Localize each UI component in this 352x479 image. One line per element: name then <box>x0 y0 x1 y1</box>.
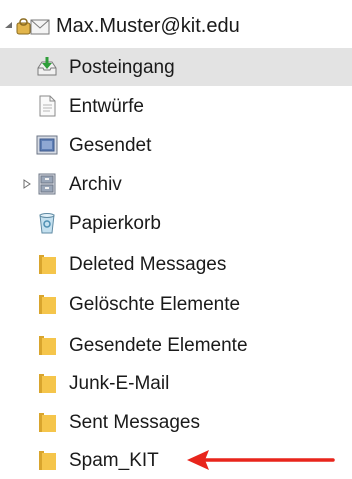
folder-label: Deleted Messages <box>69 253 227 275</box>
trash-icon <box>36 212 58 234</box>
account-label: Max.Muster@kit.edu <box>56 15 240 37</box>
triangle-open-icon[interactable] <box>4 20 14 32</box>
red-arrow-icon <box>187 450 335 470</box>
folder-label: Gesendete Elemente <box>69 334 248 356</box>
folder-item-papierkorb[interactable]: Papierkorb <box>0 204 352 242</box>
folder-item-archiv[interactable]: Archiv <box>0 165 352 203</box>
folder-item-gesendete-elemente[interactable]: Gesendete Elemente <box>0 326 352 364</box>
folder-item-entwuerfe[interactable]: Entwürfe <box>0 87 352 125</box>
sent-icon <box>36 134 58 156</box>
folder-icon <box>36 253 58 275</box>
triangle-closed-icon[interactable] <box>22 178 32 190</box>
folder-icon <box>36 293 58 315</box>
folder-item-geloeschte-elemente[interactable]: Gelöschte Elemente <box>0 285 352 323</box>
account-row[interactable]: Max.Muster@kit.edu <box>0 7 352 45</box>
folder-item-gesendet[interactable]: Gesendet <box>0 126 352 164</box>
folder-label: Papierkorb <box>69 212 161 234</box>
folder-item-posteingang[interactable]: Posteingang <box>0 48 352 86</box>
folder-icon <box>36 449 58 471</box>
folder-label: Archiv <box>69 173 122 195</box>
drafts-icon <box>36 95 58 117</box>
folder-label: Sent Messages <box>69 411 200 433</box>
folder-label: Gelöschte Elemente <box>69 293 241 315</box>
folder-icon <box>36 334 58 356</box>
folder-label: Gesendet <box>69 134 152 156</box>
folder-icon <box>36 372 58 394</box>
folder-label: Posteingang <box>69 56 175 78</box>
inbox-icon <box>36 56 58 78</box>
folder-item-sent-messages[interactable]: Sent Messages <box>0 403 352 441</box>
folder-item-deleted-messages[interactable]: Deleted Messages <box>0 245 352 283</box>
folder-icon <box>36 411 58 433</box>
folder-label: Junk-E-Mail <box>69 372 170 394</box>
folder-item-junk-e-mail[interactable]: Junk-E-Mail <box>0 364 352 402</box>
mail-account-icon <box>16 15 50 37</box>
archive-icon <box>36 173 58 195</box>
folder-label: Entwürfe <box>69 95 144 117</box>
folder-label: Spam_KIT <box>69 449 159 471</box>
